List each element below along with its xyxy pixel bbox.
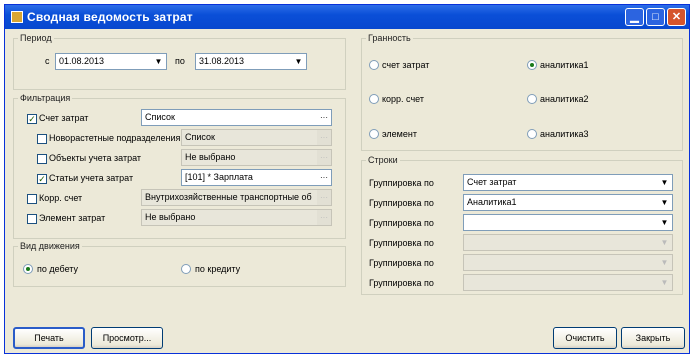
period-from-label: с [45, 56, 50, 66]
close-button[interactable]: ✕ [667, 8, 686, 26]
close-icon: ✕ [671, 11, 682, 23]
movement-legend: Вид движения [20, 241, 80, 251]
checkbox-departments[interactable] [37, 134, 47, 144]
chevron-down-icon[interactable]: ▼ [292, 55, 305, 68]
filtration-legend: Фильтрация [20, 93, 71, 103]
group-by-value: Счет затрат [467, 177, 517, 187]
period-to-label: по [175, 56, 185, 66]
radio-debit-label: по дебету [37, 264, 79, 274]
cost-items-label: Статьи учета затрат [49, 173, 134, 183]
minimize-icon: ▁ [630, 11, 639, 23]
chevron-down-icon[interactable]: ▼ [658, 256, 671, 269]
minimize-button[interactable]: ▁ [625, 8, 644, 26]
chevron-down-icon[interactable]: ▼ [658, 176, 671, 189]
radio-cost-account[interactable] [369, 60, 379, 70]
ellipsis-icon[interactable]: ··· [317, 110, 331, 125]
radio-analytics1-label: аналитика1 [540, 60, 589, 70]
group-by-label: Группировка по [369, 278, 434, 288]
cost-objects-label: Объекты учета затрат [49, 153, 142, 163]
radio-corr-account[interactable] [369, 94, 379, 104]
group-by-select-2[interactable]: Аналитика1 ▼ [463, 194, 673, 211]
title-bar[interactable]: Сводная ведомость затрат ▁ □ ✕ [5, 5, 689, 29]
radio-element[interactable] [369, 129, 379, 139]
ellipsis-icon[interactable]: ··· [317, 190, 331, 205]
chevron-down-icon[interactable]: ▼ [658, 276, 671, 289]
radio-debit[interactable] [23, 264, 33, 274]
cost-account-label: Счет затрат [39, 113, 89, 123]
maximize-button[interactable]: □ [646, 8, 665, 26]
cost-element-field[interactable]: Не выбрано ··· [141, 209, 332, 226]
group-by-label: Группировка по [369, 178, 434, 188]
radio-corr-account-label: корр. счет [382, 94, 424, 104]
cost-element-label: Элемент затрат [39, 213, 106, 223]
ellipsis-icon[interactable]: ··· [317, 210, 331, 225]
radio-credit-label: по кредиту [195, 264, 241, 274]
checkbox-cost-account[interactable]: ✓ [27, 114, 37, 124]
preview-button[interactable]: Просмотр... [91, 327, 163, 349]
close-dialog-button[interactable]: Закрыть [621, 327, 685, 349]
cost-account-value: Список [145, 112, 175, 122]
cost-objects-value: Не выбрано [185, 152, 236, 162]
cost-items-field[interactable]: [101] * Зарплата ··· [181, 169, 332, 186]
group-by-select-4[interactable]: ▼ [463, 234, 673, 251]
checkbox-cost-items[interactable]: ✓ [37, 174, 47, 184]
group-by-label: Группировка по [369, 198, 434, 208]
radio-cost-account-label: счет затрат [382, 60, 430, 70]
group-by-select-6[interactable]: ▼ [463, 274, 673, 291]
departments-field[interactable]: Список ··· [181, 129, 332, 146]
app-icon [11, 11, 23, 23]
cost-account-field[interactable]: Список ··· [141, 109, 332, 126]
rows-legend: Строки [368, 155, 398, 165]
report-window: Сводная ведомость затрат ▁ □ ✕ Период с … [4, 4, 690, 354]
radio-analytics3-label: аналитика3 [540, 129, 589, 139]
maximize-icon: □ [652, 11, 659, 23]
corr-account-field[interactable]: Внутрихозяйственные транспортные об ··· [141, 189, 332, 206]
radio-element-label: элемент [382, 129, 417, 139]
ellipsis-icon[interactable]: ··· [317, 170, 331, 185]
chevron-down-icon[interactable]: ▼ [658, 216, 671, 229]
cost-items-value: [101] * Зарплата [185, 172, 253, 182]
corr-account-value: Внутрихозяйственные транспортные об [145, 192, 312, 202]
checkbox-cost-objects[interactable] [37, 154, 47, 164]
cost-objects-field[interactable]: Не выбрано ··· [181, 149, 332, 166]
ellipsis-icon[interactable]: ··· [317, 130, 331, 145]
detail-legend: Гранность [368, 33, 411, 43]
date-from-picker[interactable]: 01.08.2013 ▼ [55, 53, 167, 70]
window-title: Сводная ведомость затрат [27, 10, 193, 24]
group-by-label: Группировка по [369, 238, 434, 248]
checkbox-corr-account[interactable] [27, 194, 37, 204]
corr-account-label: Корр. счет [39, 193, 83, 203]
checkbox-cost-element[interactable] [27, 214, 37, 224]
group-by-label: Группировка по [369, 218, 434, 228]
radio-analytics3[interactable] [527, 129, 537, 139]
group-by-select-3[interactable]: ▼ [463, 214, 673, 231]
period-legend: Период [20, 33, 52, 43]
chevron-down-icon[interactable]: ▼ [152, 55, 165, 68]
chevron-down-icon[interactable]: ▼ [658, 196, 671, 209]
date-to-value: 31.08.2013 [199, 56, 245, 66]
group-by-value: Аналитика1 [467, 197, 517, 207]
radio-analytics2[interactable] [527, 94, 537, 104]
date-to-picker[interactable]: 31.08.2013 ▼ [195, 53, 307, 70]
departments-label: Новорастетные подразделения [49, 133, 181, 143]
cost-element-value: Не выбрано [145, 212, 196, 222]
group-by-select-1[interactable]: Счет затрат ▼ [463, 174, 673, 191]
chevron-down-icon[interactable]: ▼ [658, 236, 671, 249]
departments-value: Список [185, 132, 215, 142]
date-from-value: 01.08.2013 [59, 56, 105, 66]
radio-credit[interactable] [181, 264, 191, 274]
group-by-label: Группировка по [369, 258, 434, 268]
radio-analytics2-label: аналитика2 [540, 94, 589, 104]
group-by-select-5[interactable]: ▼ [463, 254, 673, 271]
ellipsis-icon[interactable]: ··· [317, 150, 331, 165]
clear-button[interactable]: Очистить [553, 327, 617, 349]
radio-analytics1[interactable] [527, 60, 537, 70]
print-button[interactable]: Печать [13, 327, 85, 349]
